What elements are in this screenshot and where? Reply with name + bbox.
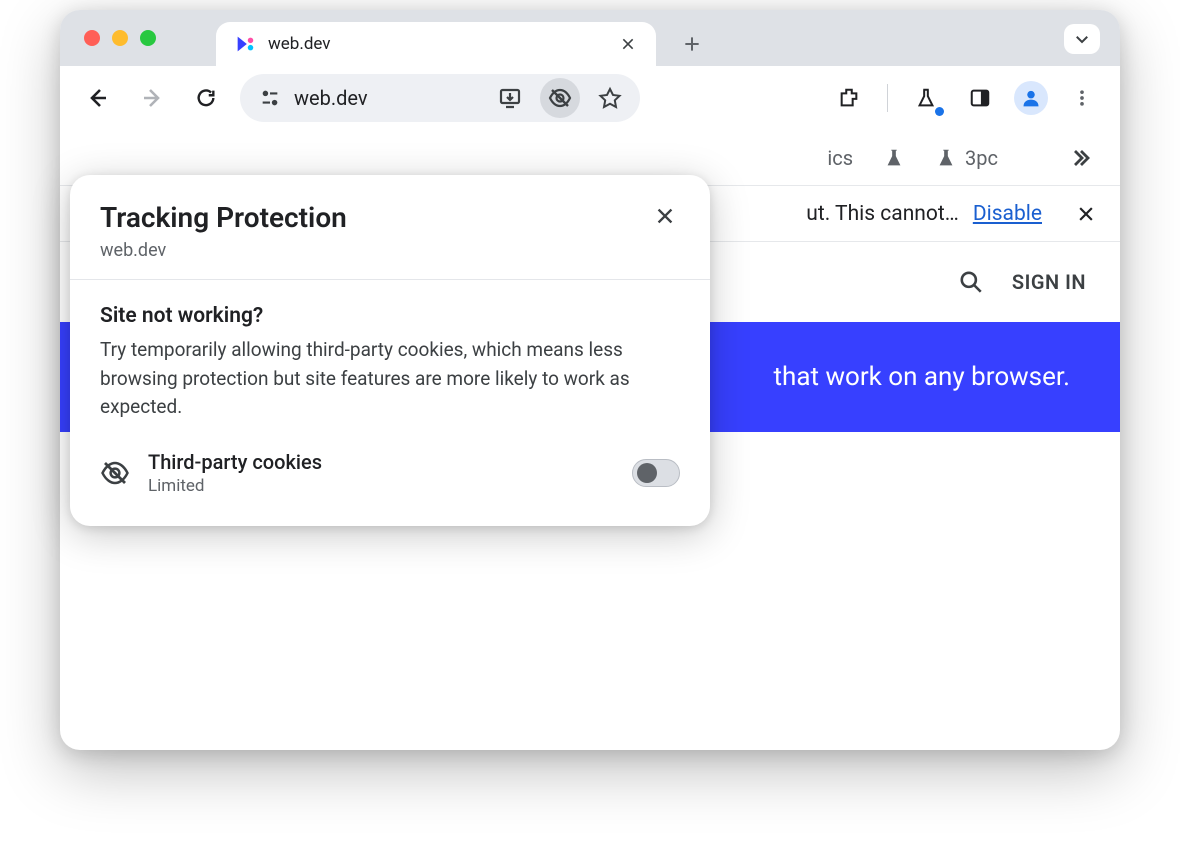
install-app-icon[interactable]	[490, 78, 530, 118]
infobar-close-button[interactable]	[1076, 204, 1096, 224]
popover-site: web.dev	[100, 240, 650, 261]
toolbar-actions	[829, 78, 1102, 118]
tracking-protection-popover: Tracking Protection web.dev Site not wor…	[70, 175, 710, 526]
labs-badge-icon	[935, 107, 944, 116]
infobar-text: ut. This cannot…	[806, 202, 959, 226]
toggle-knob-icon	[637, 463, 657, 483]
minimize-window-button[interactable]	[112, 30, 128, 46]
cookies-label: Third-party cookies	[148, 450, 614, 474]
bookmark-item-3pc[interactable]: 3pc	[935, 146, 998, 170]
new-tab-button[interactable]	[674, 26, 710, 62]
cookies-toggle[interactable]	[632, 459, 680, 487]
separator	[887, 84, 888, 112]
side-panel-button[interactable]	[960, 78, 1000, 118]
maximize-window-button[interactable]	[140, 30, 156, 46]
search-button[interactable]	[958, 269, 984, 295]
banner-text: that work on any browser.	[774, 362, 1070, 392]
close-tab-button[interactable]	[616, 32, 640, 56]
profile-avatar[interactable]	[1014, 81, 1048, 115]
popover-close-button[interactable]	[650, 201, 680, 231]
browser-tab[interactable]: web.dev	[216, 22, 656, 66]
bookmark-item-fragment[interactable]: ics	[827, 146, 853, 170]
chrome-menu-button[interactable]	[1062, 78, 1102, 118]
favicon-icon	[234, 33, 256, 55]
window-controls	[84, 30, 156, 46]
reload-button[interactable]	[186, 78, 226, 118]
tab-strip: web.dev	[60, 10, 1120, 66]
forward-button[interactable]	[132, 78, 172, 118]
tracking-protection-icon[interactable]	[540, 78, 580, 118]
labs-button[interactable]	[906, 78, 946, 118]
tabs-dropdown-button[interactable]	[1064, 24, 1100, 54]
back-button[interactable]	[78, 78, 118, 118]
third-party-cookies-row: Third-party cookies Limited	[100, 450, 680, 496]
site-settings-icon[interactable]	[256, 84, 284, 112]
infobar-disable-link[interactable]: Disable	[973, 202, 1042, 226]
cookies-status: Limited	[148, 476, 614, 496]
bookmark-label: 3pc	[965, 146, 998, 170]
popover-description: Try temporarily allowing third-party coo…	[100, 336, 680, 422]
tab-title: web.dev	[268, 34, 616, 54]
sign-in-button[interactable]: SIGN IN	[1012, 270, 1086, 294]
popover-question: Site not working?	[100, 304, 680, 328]
popover-title: Tracking Protection	[100, 201, 650, 234]
bookmarks-overflow-button[interactable]	[1068, 146, 1092, 170]
close-window-button[interactable]	[84, 30, 100, 46]
toolbar: web.dev	[60, 66, 1120, 130]
extensions-button[interactable]	[829, 78, 869, 118]
bookmark-star-icon[interactable]	[590, 78, 630, 118]
bookmark-item-flask1[interactable]	[883, 147, 905, 169]
address-bar[interactable]: web.dev	[240, 74, 640, 122]
eye-off-icon	[100, 458, 130, 488]
url-text: web.dev	[294, 86, 480, 110]
